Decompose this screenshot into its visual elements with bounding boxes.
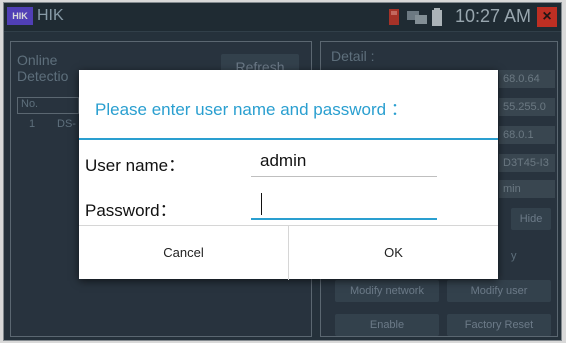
ok-button[interactable]: OK [289,226,498,280]
password-underline [251,218,437,220]
cancel-button[interactable]: Cancel [79,226,288,280]
password-input[interactable] [260,196,436,220]
username-label: User name： [85,156,186,175]
password-label: Password： [85,201,177,220]
username-input[interactable]: admin [260,151,306,171]
text-cursor [261,193,262,215]
dialog-title-divider [79,138,498,140]
login-dialog: Please enter user name and password ： Us… [79,70,498,280]
dialog-title: Please enter user name and password ： [95,100,408,119]
username-underline [251,176,437,177]
dialog-button-row: Cancel OK [79,225,498,280]
